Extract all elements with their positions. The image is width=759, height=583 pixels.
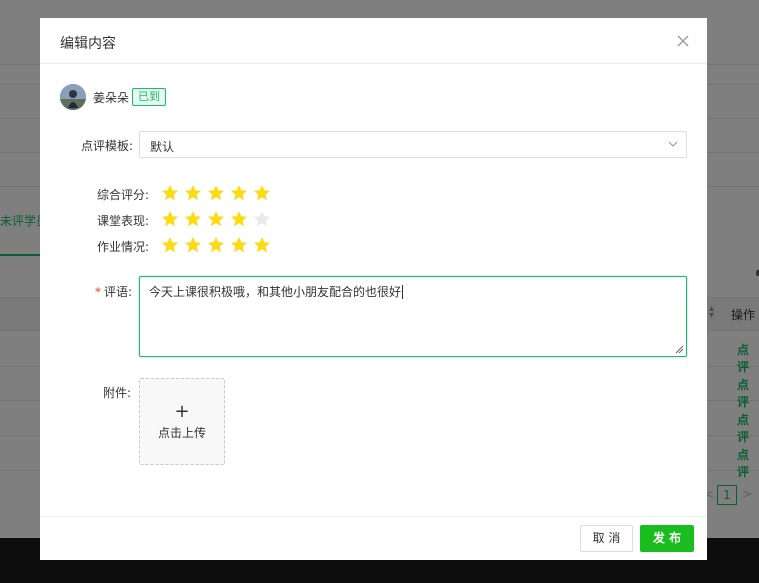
rating-label: 综合评分:	[97, 188, 150, 202]
star-filled-icon[interactable]	[253, 184, 271, 202]
publish-button[interactable]: 发 布	[640, 525, 694, 552]
upload-label: 点击上传	[157, 426, 206, 440]
modal-title: 编辑内容	[60, 36, 116, 52]
comment-label: 评语:	[104, 285, 133, 299]
template-select[interactable]: 默认	[139, 131, 687, 158]
student-name: 姜朵朵	[93, 91, 130, 105]
attachment-label: 附件:	[103, 386, 132, 400]
edit-content-modal: 编辑内容 姜朵朵 已到 点评模板: 默认 综合评分: 课堂表现: 作业情况: *…	[40, 18, 707, 560]
star-empty-icon[interactable]	[253, 210, 271, 228]
rating-stars[interactable]	[161, 236, 271, 254]
star-filled-icon[interactable]	[230, 210, 248, 228]
star-filled-icon[interactable]	[207, 210, 225, 228]
star-filled-icon[interactable]	[230, 236, 248, 254]
rating-label: 课堂表现:	[97, 214, 150, 228]
comment-textarea[interactable]: 今天上课很积极哦，和其他小朋友配合的也很好	[139, 276, 687, 357]
star-filled-icon[interactable]	[253, 236, 271, 254]
required-mark: *	[95, 285, 101, 299]
modal-header: 编辑内容	[40, 18, 707, 64]
template-label: 点评模板:	[81, 139, 134, 153]
star-filled-icon[interactable]	[184, 184, 202, 202]
plus-icon: +	[174, 401, 190, 422]
star-filled-icon[interactable]	[184, 210, 202, 228]
star-filled-icon[interactable]	[161, 184, 179, 202]
rating-stars[interactable]	[161, 210, 271, 228]
upload-button[interactable]: + 点击上传	[139, 378, 225, 465]
template-select-value: 默认	[150, 140, 175, 154]
star-filled-icon[interactable]	[161, 210, 179, 228]
star-filled-icon[interactable]	[230, 184, 248, 202]
rating-label: 作业情况:	[97, 240, 150, 254]
star-filled-icon[interactable]	[161, 236, 179, 254]
resize-handle-icon[interactable]	[674, 344, 684, 354]
avatar	[60, 84, 86, 110]
comment-value: 今天上课很积极哦，和其他小朋友配合的也很好	[149, 285, 402, 299]
close-icon[interactable]	[676, 34, 690, 48]
chevron-down-icon	[668, 141, 678, 147]
star-filled-icon[interactable]	[207, 184, 225, 202]
modal-footer: 取 消 发 布	[40, 516, 707, 560]
rating-stars[interactable]	[161, 184, 271, 202]
star-filled-icon[interactable]	[207, 236, 225, 254]
star-filled-icon[interactable]	[184, 236, 202, 254]
comment-text: 今天上课很积极哦，和其他小朋友配合的也很好	[149, 283, 404, 300]
comment-label-wrap: * 评语:	[95, 283, 132, 300]
status-badge: 已到	[132, 88, 166, 106]
text-caret	[402, 285, 404, 299]
cancel-button[interactable]: 取 消	[580, 525, 633, 552]
